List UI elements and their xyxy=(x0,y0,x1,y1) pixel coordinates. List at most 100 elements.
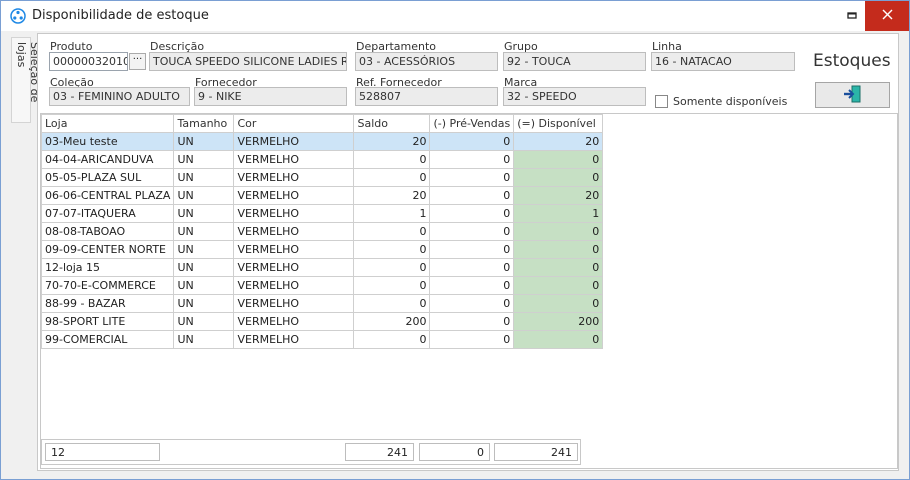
table-row[interactable]: 98-SPORT LITE UN VERMELHO 200 0 200 xyxy=(40,312,604,331)
cell-pre-vendas: 0 xyxy=(429,132,515,151)
marca-field: 32 - SPEEDO xyxy=(503,87,646,106)
cell-saldo: 0 xyxy=(353,330,431,349)
cell-saldo: 1 xyxy=(353,204,431,223)
window: Disponibilidade de estoque Seleção de lo… xyxy=(0,0,910,480)
colecao-field: 03 - FEMININO ADULTO xyxy=(49,87,190,106)
tab-selecao-de-lojas[interactable]: Seleção de lojas xyxy=(11,37,41,123)
cell-pre-vendas: 0 xyxy=(429,312,515,331)
cell-disponivel: 0 xyxy=(513,240,604,259)
cell-tamanho: UN xyxy=(173,258,235,277)
cell-saldo: 200 xyxy=(353,312,431,331)
cell-pre-vendas: 0 xyxy=(429,222,515,241)
stock-grid: Loja Tamanho Cor Saldo (-) Pré-Vendas (=… xyxy=(40,113,898,469)
col-header-tamanho[interactable]: Tamanho xyxy=(173,114,235,133)
cell-disponivel: 0 xyxy=(513,168,604,187)
table-row[interactable]: 04-04-ARICANDUVA UN VERMELHO 0 0 0 xyxy=(40,150,604,169)
col-header-cor[interactable]: Cor xyxy=(233,114,355,133)
cell-disponivel: 0 xyxy=(513,276,604,295)
cell-pre-vendas: 0 xyxy=(429,240,515,259)
table-row[interactable]: 88-99 - BAZAR UN VERMELHO 0 0 0 xyxy=(40,294,604,313)
cell-cor: VERMELHO xyxy=(233,276,355,295)
minimize-button[interactable] xyxy=(835,1,869,31)
somente-disponiveis-checkbox[interactable] xyxy=(655,95,668,108)
cell-loja: 09-09-CENTER NORTE xyxy=(40,240,175,259)
title-bar: Disponibilidade de estoque xyxy=(1,1,909,31)
linha-field: 16 - NATACAO xyxy=(651,52,795,71)
footer-pre-vendas-total: 0 xyxy=(419,443,490,461)
main-panel: Produto 000000320103 ··· Descrição TOUCA… xyxy=(37,33,899,471)
descricao-field: TOUCA SPEEDO SILICONE LADIES R xyxy=(149,52,347,71)
cell-tamanho: UN xyxy=(173,294,235,313)
cell-pre-vendas: 0 xyxy=(429,150,515,169)
estoques-heading: Estoques xyxy=(813,51,891,71)
col-header-loja[interactable]: Loja xyxy=(40,114,175,133)
table-row[interactable]: 12-loja 15 UN VERMELHO 0 0 0 xyxy=(40,258,604,277)
cell-tamanho: UN xyxy=(173,150,235,169)
col-header-disponivel[interactable]: (=) Disponível xyxy=(513,114,604,133)
cell-pre-vendas: 0 xyxy=(429,168,515,187)
cell-disponivel: 20 xyxy=(513,186,604,205)
produto-field[interactable]: 000000320103 xyxy=(49,52,128,71)
cell-pre-vendas: 0 xyxy=(429,204,515,223)
cell-disponivel: 20 xyxy=(513,132,604,151)
cell-disponivel: 0 xyxy=(513,330,604,349)
app-icon xyxy=(10,8,26,24)
col-header-saldo[interactable]: Saldo xyxy=(353,114,431,133)
cell-loja: 12-loja 15 xyxy=(40,258,175,277)
table-header-row: Loja Tamanho Cor Saldo (-) Pré-Vendas (=… xyxy=(40,114,604,133)
table-row[interactable]: 70-70-E-COMMERCE UN VERMELHO 0 0 0 xyxy=(40,276,604,295)
table-row[interactable]: 08-08-TABOAO UN VERMELHO 0 0 0 xyxy=(40,222,604,241)
cell-tamanho: UN xyxy=(173,240,235,259)
footer-count: 12 xyxy=(45,443,160,461)
cell-disponivel: 0 xyxy=(513,294,604,313)
cell-loja: 03-Meu teste xyxy=(40,132,175,151)
cell-cor: VERMELHO xyxy=(233,186,355,205)
cell-disponivel: 0 xyxy=(513,258,604,277)
cell-tamanho: UN xyxy=(173,312,235,331)
table-row[interactable]: 07-07-ITAQUERA UN VERMELHO 1 0 1 xyxy=(40,204,604,223)
table-row[interactable]: 05-05-PLAZA SUL UN VERMELHO 0 0 0 xyxy=(40,168,604,187)
exit-button[interactable] xyxy=(815,82,890,108)
cell-disponivel: 1 xyxy=(513,204,604,223)
cell-disponivel: 0 xyxy=(513,150,604,169)
exit-door-icon xyxy=(843,85,863,106)
cell-saldo: 0 xyxy=(353,168,431,187)
cell-saldo: 20 xyxy=(353,186,431,205)
cell-pre-vendas: 0 xyxy=(429,276,515,295)
close-icon xyxy=(882,9,893,23)
table-row[interactable]: 03-Meu teste UN VERMELHO 20 0 20 xyxy=(40,132,604,151)
cell-loja: 05-05-PLAZA SUL xyxy=(40,168,175,187)
cell-cor: VERMELHO xyxy=(233,204,355,223)
cell-saldo: 0 xyxy=(353,294,431,313)
cell-pre-vendas: 0 xyxy=(429,330,515,349)
cell-loja: 88-99 - BAZAR xyxy=(40,294,175,313)
cell-cor: VERMELHO xyxy=(233,168,355,187)
cell-tamanho: UN xyxy=(173,132,235,151)
ref-fornecedor-field: 528807 xyxy=(355,87,498,106)
table-row[interactable]: 06-06-CENTRAL PLAZA UN VERMELHO 20 0 20 xyxy=(40,186,604,205)
cell-loja: 99-COMERCIAL xyxy=(40,330,175,349)
table-row[interactable]: 09-09-CENTER NORTE UN VERMELHO 0 0 0 xyxy=(40,240,604,259)
footer-saldo-total: 241 xyxy=(345,443,414,461)
cell-tamanho: UN xyxy=(173,168,235,187)
cell-cor: VERMELHO xyxy=(233,222,355,241)
cell-saldo: 0 xyxy=(353,276,431,295)
cell-loja: 08-08-TABOAO xyxy=(40,222,175,241)
cell-cor: VERMELHO xyxy=(233,150,355,169)
grupo-field: 92 - TOUCA xyxy=(503,52,646,71)
cell-tamanho: UN xyxy=(173,330,235,349)
cell-loja: 70-70-E-COMMERCE xyxy=(40,276,175,295)
cell-loja: 06-06-CENTRAL PLAZA xyxy=(40,186,175,205)
col-header-pre-vendas[interactable]: (-) Pré-Vendas xyxy=(429,114,515,133)
cell-pre-vendas: 0 xyxy=(429,258,515,277)
cell-disponivel: 200 xyxy=(513,312,604,331)
footer-disponivel-total: 241 xyxy=(494,443,578,461)
cell-saldo: 0 xyxy=(353,150,431,169)
cell-cor: VERMELHO xyxy=(233,258,355,277)
departamento-field: 03 - ACESSÓRIOS xyxy=(355,52,498,71)
cell-pre-vendas: 0 xyxy=(429,186,515,205)
close-button[interactable] xyxy=(865,1,909,31)
cell-disponivel: 0 xyxy=(513,222,604,241)
table-row[interactable]: 99-COMERCIAL UN VERMELHO 0 0 0 xyxy=(40,330,604,349)
produto-lookup-button[interactable]: ··· xyxy=(129,53,146,70)
